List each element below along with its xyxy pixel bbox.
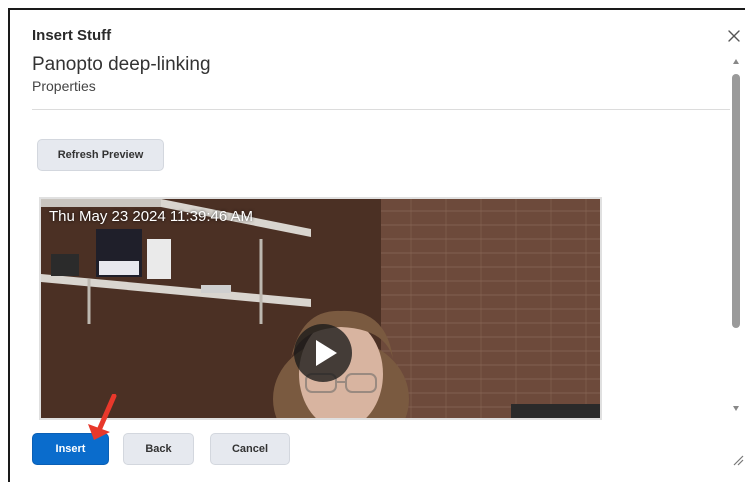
vertical-scrollbar[interactable] xyxy=(730,58,742,418)
play-button[interactable] xyxy=(293,323,353,383)
insert-stuff-dialog: Insert Stuff Panopto deep-linking Proper… xyxy=(8,8,745,482)
page-subtitle: Properties xyxy=(32,78,96,94)
dialog-title: Insert Stuff xyxy=(32,27,112,44)
close-button[interactable] xyxy=(726,28,742,44)
play-icon xyxy=(294,324,352,382)
scroll-up-arrow-icon[interactable] xyxy=(732,58,740,66)
back-button[interactable]: Back xyxy=(123,433,194,465)
annotation-arrow-icon xyxy=(88,394,117,440)
page-title: Panopto deep-linking xyxy=(32,54,211,75)
video-preview[interactable]: Thu May 23 2024 11:39:46 AM xyxy=(39,197,602,420)
refresh-preview-button[interactable]: Refresh Preview xyxy=(37,139,164,171)
resize-grip-icon[interactable] xyxy=(730,452,744,466)
video-thumbnail xyxy=(41,199,600,418)
scrollbar-thumb[interactable] xyxy=(732,74,740,328)
scroll-down-arrow-icon[interactable] xyxy=(732,404,740,412)
close-icon xyxy=(728,30,740,42)
cancel-button[interactable]: Cancel xyxy=(210,433,290,465)
video-timestamp: Thu May 23 2024 11:39:46 AM xyxy=(49,208,254,225)
header-divider xyxy=(32,109,730,110)
